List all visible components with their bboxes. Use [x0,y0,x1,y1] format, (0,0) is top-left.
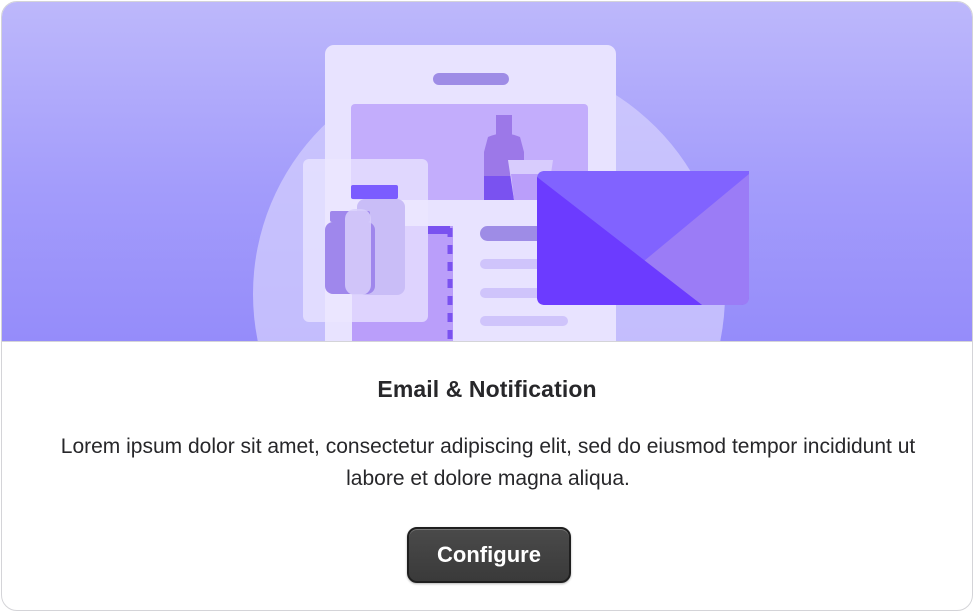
hero-illustration [2,2,972,342]
coupon-corner-shape [428,226,450,234]
card-description: Lorem ipsum dolor sit amet, consectetur … [60,435,916,490]
list-line-4-shape [480,316,568,326]
envelope-icon [537,171,749,305]
document-header-bar-shape [433,73,509,85]
configure-button[interactable]: Configure [407,527,571,583]
email-notification-card: Email & Notification Lorem ipsum dolor s… [1,1,973,611]
email-illustration-graphic [253,45,749,341]
card-title: Email & Notification [377,376,597,402]
